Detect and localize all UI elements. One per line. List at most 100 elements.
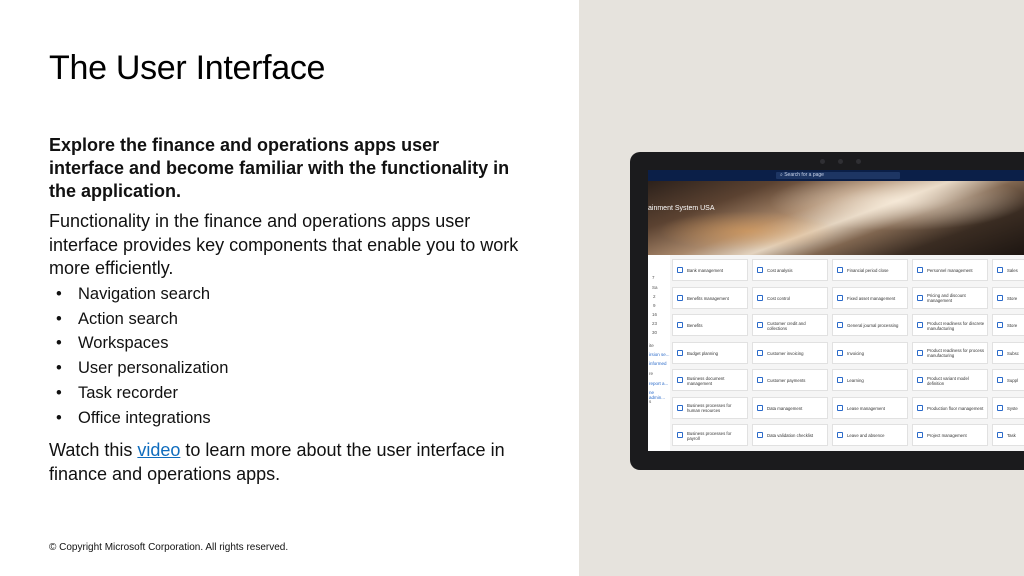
workspace-tile[interactable]: Business processes for human resources (672, 396, 748, 419)
workspace-tile-label: Customer invoicing (767, 350, 804, 356)
intro-paragraph: Functionality in the finance and operati… (49, 211, 519, 278)
workspace-tile[interactable]: Cost analysis (752, 259, 828, 281)
workspace-tile[interactable]: Product readiness for discrete manufactu… (912, 314, 988, 336)
workspace-tile[interactable]: Customer credit and collections (752, 314, 828, 336)
workspace-tile-label: Store (1007, 295, 1018, 301)
video-paragraph: Watch this video to learn more about the… (49, 440, 505, 484)
workspace-tile-label: Data validation checklist (767, 433, 814, 438)
workspace-tile[interactable]: Personnel management (912, 259, 988, 281)
navigation-search-input[interactable]: ⌕ Search for a page (776, 172, 900, 179)
workspace-tile-label: Cost control (767, 295, 790, 301)
workspace-tile[interactable]: Lease management (832, 396, 908, 419)
workspace-tile[interactable]: Invoicing (832, 341, 908, 364)
workspace-tile[interactable]: Leave and absence (832, 424, 908, 446)
list-item: • Action search (56, 307, 228, 332)
workspace-tile-icon (837, 432, 843, 438)
banner-highlight (658, 211, 838, 251)
workspace-tile-label: Bank management (687, 268, 724, 273)
workspace-tile-label: Budget planning (687, 350, 719, 356)
workspace-tile-icon (757, 267, 763, 273)
workspace-tile-label: Project management (927, 433, 967, 438)
workspace-tile[interactable]: Data validation checklist (752, 424, 828, 446)
workspace-tile-label: Benefits management (687, 295, 729, 301)
workspace-tile-icon (997, 377, 1003, 383)
video-link[interactable]: video (137, 440, 180, 460)
workspace-tile-label: Financial period close (847, 268, 889, 273)
workspace-tile-icon (997, 404, 1003, 411)
workspace-tile[interactable]: General journal processing (832, 314, 908, 336)
bullet-icon: • (56, 359, 62, 378)
workspace-tile-label: Syste (1007, 405, 1018, 411)
workspace-tile-icon (997, 322, 1003, 328)
list-item: • Task recorder (56, 381, 228, 406)
workspace-tile[interactable]: Business document management (672, 369, 748, 391)
workspace-tile[interactable]: Production floor management (912, 396, 988, 419)
workspace-tile-icon (917, 404, 923, 411)
workspace-tile-label: Customer payments (767, 378, 806, 383)
workspace-tile[interactable]: Budget planning (672, 341, 748, 364)
calendar-pane: 7 Sa 2 9 16 23 30 ite irsion se... infor… (648, 255, 670, 451)
workspace-tile-label: Product variant model definition (927, 375, 969, 386)
app-navbar: ⌕ Search for a page (648, 170, 1024, 181)
workspace-tile[interactable]: Pricing and discount management (912, 286, 988, 309)
copyright-notice: © Copyright Microsoft Corporation. All r… (49, 542, 289, 553)
workspace-area: 7 Sa 2 9 16 23 30 ite irsion se... infor… (648, 255, 1024, 451)
workspace-tile[interactable]: Project management (912, 424, 988, 446)
workspace-tile-icon (837, 267, 843, 273)
workspace-tile-label: Sales (1007, 268, 1018, 273)
workspace-tile[interactable]: Product variant model definition (912, 369, 988, 391)
workspace-tile[interactable]: Task (992, 424, 1024, 446)
slide-content: The User Interface Explore the finance a… (0, 0, 579, 576)
workspace-tile-label: Data management (767, 405, 803, 411)
workspace-tile[interactable]: Product readiness for process manufactur… (912, 341, 988, 364)
workspace-tile-label: Product readiness for process manufactur… (927, 348, 985, 358)
workspace-tile-label: Business processes for payroll (687, 430, 732, 441)
workspace-tile[interactable]: Business processes for payroll (672, 424, 748, 446)
workspace-tile-icon (677, 404, 683, 411)
feature-list: • Navigation search • Action search • Works… (56, 282, 228, 430)
list-item: • Office integrations (56, 406, 228, 431)
workspace-tile[interactable]: Learning (832, 369, 908, 391)
workspace-tile-label: Customer credit and collections (767, 320, 806, 331)
workspace-tile-label: Personnel management (927, 268, 973, 273)
list-item: • User personalization (56, 356, 228, 381)
workspace-tile[interactable]: Sales (992, 259, 1024, 281)
slide-subtitle: Explore the finance and operations apps … (49, 135, 510, 201)
workspace-tile[interactable]: Benefits management (672, 286, 748, 309)
workspace-tile-icon (757, 432, 763, 438)
workspace-tile[interactable]: Benefits (672, 314, 748, 336)
workspace-tile[interactable]: Store (992, 286, 1024, 309)
workspace-tile-icon (757, 294, 763, 301)
workspace-tile[interactable]: Subsc (992, 341, 1024, 364)
workspace-tile-label: Suppl (1007, 378, 1018, 383)
tablet-device: ⌕ Search for a page ainment System USA 7… (630, 152, 1024, 470)
workspace-tile-icon (917, 322, 923, 328)
camera-icon (820, 159, 825, 164)
workspace-tile[interactable]: Financial period close (832, 259, 908, 281)
company-name: ainment System USA (648, 205, 715, 212)
workspace-tile-icon (677, 432, 683, 438)
workspace-tile-label: Leave and absence (847, 433, 885, 438)
workspace-tile-label: Fixed asset management (847, 295, 896, 301)
workspace-tile-label: Production floor management (927, 405, 984, 411)
workspace-tile[interactable]: Syste (992, 396, 1024, 419)
app-screen: ⌕ Search for a page ainment System USA 7… (648, 170, 1024, 451)
list-item: • Workspaces (56, 331, 228, 356)
workspace-tile-icon (997, 349, 1003, 356)
workspace-tile-icon (837, 404, 843, 411)
workspace-tile[interactable]: Customer payments (752, 369, 828, 391)
workspace-tile-label: Task (1007, 433, 1016, 438)
workspace-tile[interactable]: Suppl (992, 369, 1024, 391)
workspace-tile[interactable]: Fixed asset management (832, 286, 908, 309)
workspace-tile-label: Business document management (687, 375, 725, 386)
workspace-tile[interactable]: Data management (752, 396, 828, 419)
workspace-banner: ainment System USA (648, 181, 1024, 255)
workspace-tile-icon (837, 377, 843, 383)
workspace-tile-label: Invoicing (847, 350, 864, 356)
camera-icon (856, 159, 861, 164)
workspace-tile[interactable]: Bank management (672, 259, 748, 281)
workspace-tile[interactable]: Customer invoicing (752, 341, 828, 364)
workspace-tile[interactable]: Store (992, 314, 1024, 336)
workspace-tile[interactable]: Cost control (752, 286, 828, 309)
workspace-tile-icon (757, 322, 763, 328)
